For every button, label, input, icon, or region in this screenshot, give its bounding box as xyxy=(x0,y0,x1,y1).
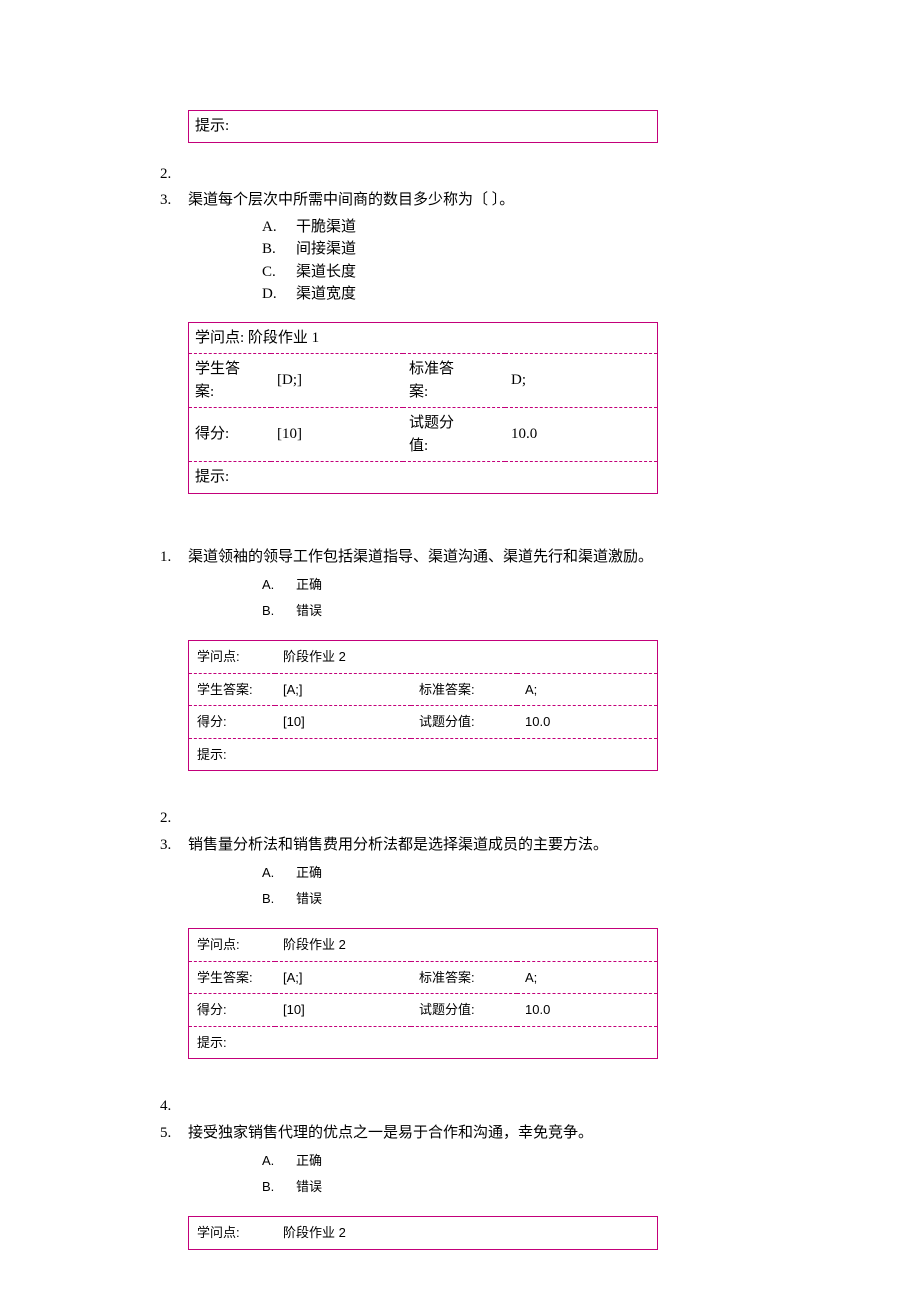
item-number: 1. xyxy=(160,546,188,569)
kp-label: 学问点: xyxy=(189,1217,276,1250)
score-value: [10] xyxy=(275,706,411,739)
val-value: 10.0 xyxy=(517,706,658,739)
hint-row: 提示: xyxy=(189,1026,658,1059)
option-a: A.正确 xyxy=(262,860,820,886)
option-c: C.渠道长度 xyxy=(262,261,820,284)
item-number: 2. xyxy=(160,163,188,186)
info-box-top: 提示: xyxy=(188,110,658,143)
score-label: 得分: xyxy=(189,408,272,462)
item-number: 5. xyxy=(160,1122,188,1145)
val-label: 试题分值: xyxy=(411,706,517,739)
list-item-2: 2. xyxy=(160,163,820,186)
option-a: A.正确 xyxy=(262,1148,820,1174)
kp-label: 学问点: xyxy=(195,330,244,346)
val-value: 10.0 xyxy=(517,994,658,1027)
kp-value: 阶段作业 2 xyxy=(275,641,658,674)
hint-row: 提示: xyxy=(189,462,658,494)
std-label: 标准答案: xyxy=(403,354,505,408)
option-b: B.错误 xyxy=(262,886,820,912)
kp-label: 学问点: xyxy=(189,929,276,962)
question-s2-5: 5. 接受独家销售代理的优点之一是易于合作和沟通，幸免竞争。 xyxy=(160,1122,820,1145)
score-value: [10] xyxy=(275,994,411,1027)
score-label: 得分: xyxy=(189,994,276,1027)
stu-label: 学生答案: xyxy=(189,354,272,408)
list-item-s2-2: 2. xyxy=(160,807,820,830)
question-text: 渠道每个层次中所需中间商的数目多少称为〔 〕。 xyxy=(188,189,820,212)
std-label: 标准答案: xyxy=(411,673,517,706)
std-value: A; xyxy=(517,673,658,706)
hint-row: 提示: xyxy=(189,111,658,143)
hint-row: 提示: xyxy=(189,738,658,771)
question-s2-3: 3. 销售量分析法和销售费用分析法都是选择渠道成员的主要方法。 xyxy=(160,834,820,857)
item-number: 2. xyxy=(160,807,188,830)
kp-label: 学问点: xyxy=(189,641,276,674)
val-label: 试题分值: xyxy=(411,994,517,1027)
std-value: D; xyxy=(505,354,658,408)
score-value: [10] xyxy=(271,408,403,462)
question-3: 3. 渠道每个层次中所需中间商的数目多少称为〔 〕。 xyxy=(160,189,820,212)
stu-value: [D;] xyxy=(271,354,403,408)
hint-label: 提示: xyxy=(195,118,229,134)
question-s2-1: 1. 渠道领袖的领导工作包括渠道指导、渠道沟通、渠道先行和渠道激励。 xyxy=(160,546,820,569)
kp-value: 阶段作业 2 xyxy=(275,929,658,962)
std-label: 标准答案: xyxy=(411,961,517,994)
stu-label: 学生答案: xyxy=(189,961,276,994)
info-box-s2q3: 学问点:阶段作业 2 学生答案: [A;] 标准答案: A; 得分: [10] … xyxy=(188,928,658,1059)
option-a: A.正确 xyxy=(262,572,820,598)
std-value: A; xyxy=(517,961,658,994)
stu-value: [A;] xyxy=(275,961,411,994)
item-number: 4. xyxy=(160,1095,188,1118)
item-number: 3. xyxy=(160,189,188,212)
stu-label: 学生答案: xyxy=(189,673,276,706)
option-b: B.间接渠道 xyxy=(262,238,820,261)
option-b: B.错误 xyxy=(262,1174,820,1200)
option-d: D.渠道宽度 xyxy=(262,283,820,306)
question-text: 销售量分析法和销售费用分析法都是选择渠道成员的主要方法。 xyxy=(188,834,820,857)
option-a: A.干脆渠道 xyxy=(262,216,820,239)
score-label: 得分: xyxy=(189,706,276,739)
val-value: 10.0 xyxy=(505,408,658,462)
val-label: 试题分值: xyxy=(403,408,505,462)
option-b: B.错误 xyxy=(262,598,820,624)
question-text: 接受独家销售代理的优点之一是易于合作和沟通，幸免竞争。 xyxy=(188,1122,820,1145)
stu-value: [A;] xyxy=(275,673,411,706)
info-box-s2q5: 学问点:阶段作业 2 xyxy=(188,1216,658,1250)
item-number: 3. xyxy=(160,834,188,857)
list-item-s2-4: 4. xyxy=(160,1095,820,1118)
kp-value: 阶段作业 1 xyxy=(248,330,319,346)
kp-value: 阶段作业 2 xyxy=(275,1217,658,1250)
info-box-q3: 学问点: 阶段作业 1 学生答案: [D;] 标准答案: D; 得分: [10]… xyxy=(188,322,658,494)
question-text: 渠道领袖的领导工作包括渠道指导、渠道沟通、渠道先行和渠道激励。 xyxy=(188,546,820,569)
info-box-s2q1: 学问点:阶段作业 2 学生答案: [A;] 标准答案: A; 得分: [10] … xyxy=(188,640,658,771)
